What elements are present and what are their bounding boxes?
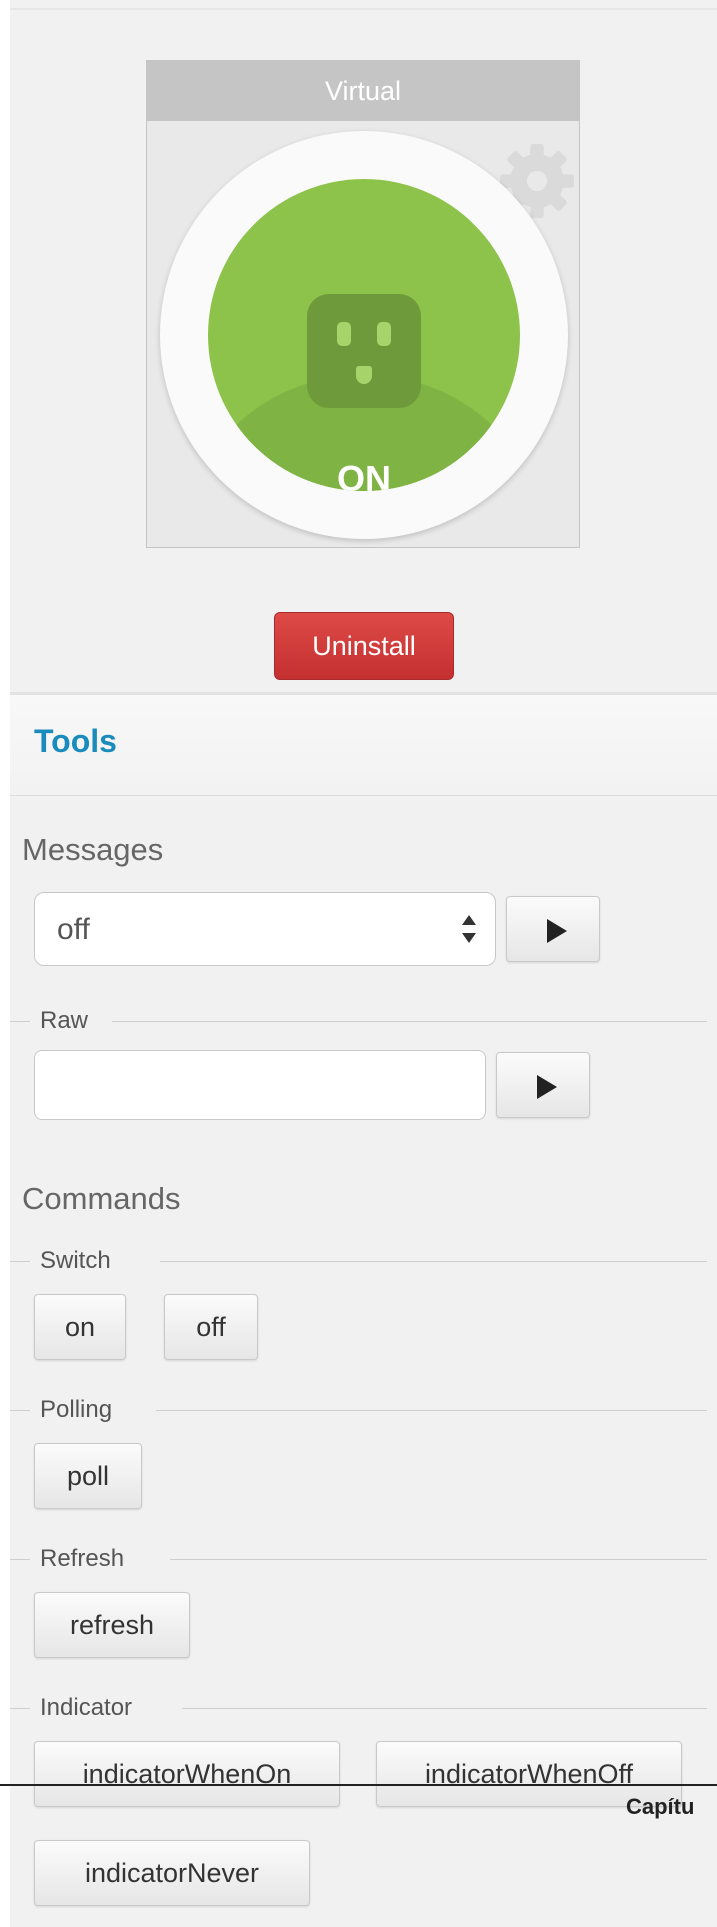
refresh-label: Refresh (40, 1545, 125, 1572)
raw-input[interactable] (34, 1050, 486, 1120)
command-indicator-when-on-button[interactable]: indicatorWhenOn (34, 1741, 340, 1807)
updown-arrows-icon (462, 915, 476, 943)
play-icon (537, 1075, 557, 1099)
message-select-value: off (57, 913, 90, 946)
indicator-label: Indicator (40, 1694, 133, 1721)
command-off-button[interactable]: off (164, 1294, 258, 1360)
polling-label: Polling (40, 1396, 113, 1423)
device-panel: Virtual ON Uninstall Tools Messages off … (10, 0, 717, 1927)
raw-legend: Raw (10, 1006, 707, 1036)
page-footer-rule (0, 1784, 717, 1786)
play-icon (547, 919, 567, 943)
messages-heading: Messages (22, 832, 164, 867)
send-message-button[interactable] (506, 896, 600, 962)
switch-label: Switch (40, 1247, 111, 1274)
command-on-button[interactable]: on (34, 1294, 126, 1360)
uninstall-button[interactable]: Uninstall (274, 612, 454, 680)
command-indicator-never-button[interactable]: indicatorNever (34, 1840, 310, 1906)
tile-label: Virtual (147, 61, 579, 121)
tools-header: Tools (10, 695, 717, 796)
power-toggle[interactable]: ON (208, 179, 520, 491)
command-poll-button[interactable]: poll (34, 1443, 142, 1509)
device-tile[interactable]: Virtual ON (146, 60, 580, 548)
indicator-legend: Indicator (10, 1693, 707, 1723)
switch-ring: ON (160, 131, 568, 539)
switch-state-label: ON (337, 458, 391, 492)
switch-legend: Switch (10, 1246, 707, 1276)
outlet-icon (307, 294, 421, 408)
polling-legend: Polling (10, 1395, 707, 1425)
page-footer-text: Capítu (626, 1794, 695, 1819)
top-divider (10, 8, 717, 10)
command-refresh-button[interactable]: refresh (34, 1592, 190, 1658)
raw-label: Raw (40, 1007, 89, 1034)
refresh-legend: Refresh (10, 1544, 707, 1574)
commands-heading: Commands (22, 1181, 181, 1216)
send-raw-button[interactable] (496, 1052, 590, 1118)
message-select[interactable]: off (34, 892, 496, 966)
tools-title: Tools (34, 723, 117, 759)
